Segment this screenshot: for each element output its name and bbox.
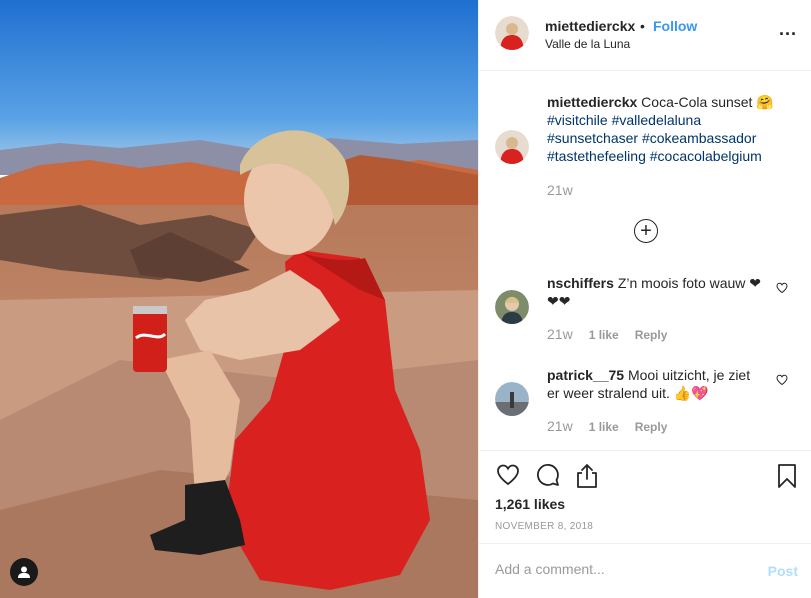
load-more-comments-button[interactable]: + xyxy=(634,219,658,243)
comment-icon[interactable] xyxy=(535,463,561,487)
tagged-user-button[interactable] xyxy=(10,558,38,586)
post-comment-button[interactable]: Post xyxy=(768,563,798,579)
bookmark-icon[interactable] xyxy=(777,463,797,489)
hashtag-link[interactable]: #tastethefeeling xyxy=(547,148,646,164)
avatar-image xyxy=(495,130,529,164)
comment-username[interactable]: patrick__75 xyxy=(547,367,624,383)
desert-photo-illustration xyxy=(0,0,478,598)
caption-avatar[interactable] xyxy=(495,130,529,164)
likes-count[interactable]: 1,261 likes xyxy=(495,496,565,512)
location-link[interactable]: Valle de la Luna xyxy=(545,37,630,51)
avatar-image xyxy=(495,290,529,324)
hashtag-link[interactable]: #cocacolabelgium xyxy=(650,148,762,164)
comment-timestamp[interactable]: 21w xyxy=(547,418,573,434)
separator-dot: • xyxy=(640,18,645,34)
comment-username[interactable]: nschiffers xyxy=(547,275,614,291)
hashtag-link[interactable]: #valledelaluna xyxy=(612,112,702,128)
comment-likes[interactable]: 1 like xyxy=(589,420,619,434)
avatar-image xyxy=(495,382,529,416)
commenter-avatar[interactable] xyxy=(495,382,529,416)
add-comment-bar: Post xyxy=(479,543,811,598)
caption-timestamp[interactable]: 21w xyxy=(547,182,573,198)
post-header: miettedierckx • Follow Valle de la Luna … xyxy=(479,0,811,71)
post-caption: miettedierckx Coca-Cola sunset 🤗 #visitc… xyxy=(547,93,797,165)
heart-icon[interactable] xyxy=(776,374,788,386)
caption-text: Coca-Cola sunset 🤗 xyxy=(641,94,774,110)
instagram-post-view: miettedierckx • Follow Valle de la Luna … xyxy=(0,0,811,598)
header-username[interactable]: miettedierckx xyxy=(545,18,635,34)
share-icon[interactable] xyxy=(575,463,599,489)
comment-timestamp[interactable]: 21w xyxy=(547,326,573,342)
post-photo[interactable] xyxy=(0,0,478,598)
post-actions: 1,261 likes NOVEMBER 8, 2018 xyxy=(479,450,811,543)
comment-text: patrick__75 Mooi uitzicht, je ziet er we… xyxy=(547,366,762,402)
heart-icon[interactable] xyxy=(495,463,521,487)
follow-button[interactable]: Follow xyxy=(653,18,697,34)
plus-circle-icon: + xyxy=(640,220,652,242)
caption-username[interactable]: miettedierckx xyxy=(547,94,637,110)
hashtag-link[interactable]: #sunsetchaser xyxy=(547,130,638,146)
comment-text: nschiffers Z’n moois foto wauw ❤❤❤ xyxy=(547,274,762,310)
reply-button[interactable]: Reply xyxy=(635,328,668,342)
comment-meta: 21w 1 like Reply xyxy=(547,418,667,434)
heart-icon[interactable] xyxy=(776,282,788,294)
comment-likes[interactable]: 1 like xyxy=(589,328,619,342)
comment-input[interactable] xyxy=(495,561,745,577)
avatar-image xyxy=(495,16,529,50)
hashtag-link[interactable]: #visitchile xyxy=(547,112,608,128)
commenter-avatar[interactable] xyxy=(495,290,529,324)
user-icon xyxy=(18,566,30,578)
avatar[interactable] xyxy=(495,16,529,50)
comment-meta: 21w 1 like Reply xyxy=(547,326,667,342)
post-date[interactable]: NOVEMBER 8, 2018 xyxy=(495,521,593,532)
post-side-panel: miettedierckx • Follow Valle de la Luna … xyxy=(478,0,811,598)
more-options-icon[interactable]: ... xyxy=(779,20,797,38)
hashtag-link[interactable]: #cokeambassador xyxy=(642,130,756,146)
reply-button[interactable]: Reply xyxy=(635,420,668,434)
